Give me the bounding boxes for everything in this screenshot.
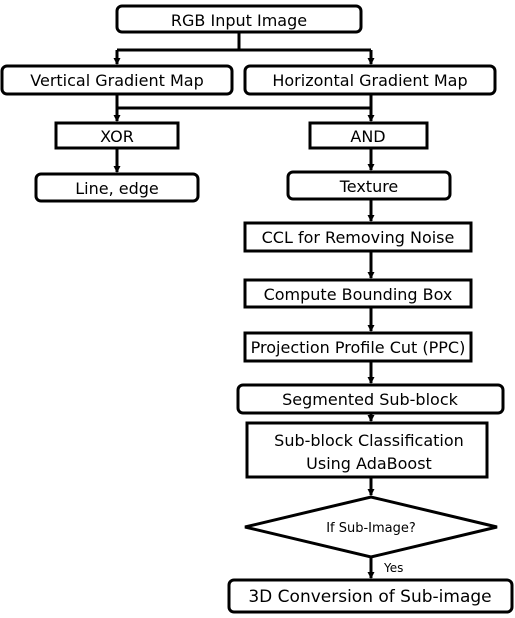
node-conversion: 3D Conversion of Sub-image [227, 578, 514, 614]
node-ccl: CCL for Removing Noise [243, 221, 473, 253]
node-ppc: Projection Profile Cut (PPC) [243, 331, 473, 363]
node-bbox: Compute Bounding Box [243, 278, 473, 309]
node-segmented: Segmented Sub-block [236, 383, 505, 415]
node-line-edge: Line, edge [34, 172, 200, 203]
node-vertical: Vertical Gradient Map [0, 64, 234, 96]
node-ccl-label: CCL for Removing Noise [262, 228, 455, 247]
node-xor-label: XOR [100, 127, 134, 146]
node-and-label: AND [350, 127, 385, 146]
flowchart: RGB Input Image Vertical Gradient Map Ho… [0, 4, 514, 614]
yes-label: Yes [383, 561, 403, 575]
node-and: AND [308, 121, 429, 150]
node-classification-label-2: Using AdaBoost [306, 454, 432, 473]
node-texture: Texture [286, 170, 452, 201]
merge-connector [115, 94, 373, 110]
split-connector [117, 32, 371, 52]
node-line-edge-label: Line, edge [75, 179, 159, 198]
node-xor: XOR [54, 121, 180, 150]
node-segmented-label: Segmented Sub-block [282, 390, 459, 409]
node-vertical-label: Vertical Gradient Map [30, 71, 203, 90]
node-ppc-label: Projection Profile Cut (PPC) [251, 338, 466, 357]
node-classification-label-1: Sub-block Classification [274, 431, 464, 450]
node-rgb-label: RGB Input Image [171, 11, 307, 30]
node-horizontal-label: Horizontal Gradient Map [272, 71, 467, 90]
node-classification: Sub-block Classification Using AdaBoost [245, 421, 489, 479]
node-decision-label: If Sub-Image? [326, 521, 416, 536]
node-horizontal: Horizontal Gradient Map [243, 64, 497, 96]
node-bbox-label: Compute Bounding Box [264, 285, 453, 304]
node-texture-label: Texture [339, 177, 399, 196]
node-decision: If Sub-Image? [244, 495, 498, 559]
node-conversion-label: 3D Conversion of Sub-image [248, 587, 491, 607]
node-rgb: RGB Input Image [115, 4, 363, 34]
